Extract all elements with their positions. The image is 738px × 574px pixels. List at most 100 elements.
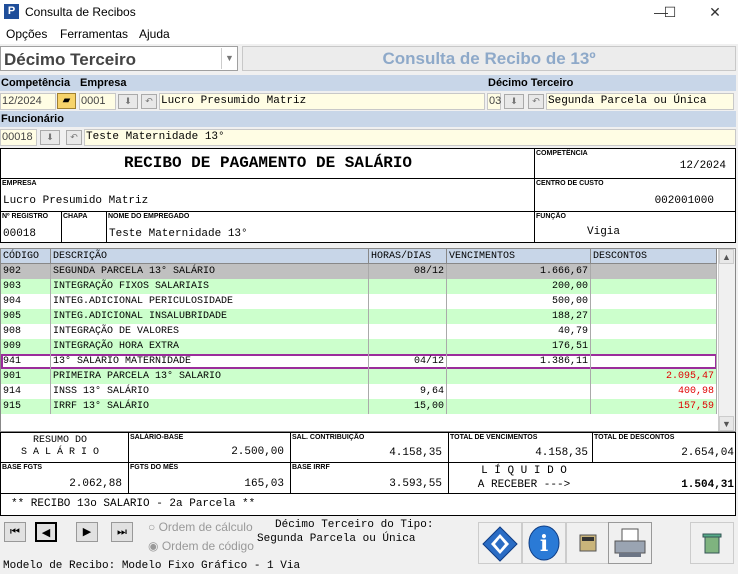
table-row[interactable]: 901 PRIMEIRA PARCELA 13° SALARIO 2.095,47 — [1, 369, 717, 384]
scroll-down-icon[interactable]: ▼ — [719, 416, 734, 431]
status-text: Modelo de Recibo: Modelo Fixo Gráfico - … — [3, 560, 301, 572]
cell-descontos — [591, 264, 717, 279]
empresa-label: Empresa — [79, 75, 487, 91]
empresa-code-field[interactable]: 0001 — [79, 93, 116, 110]
registro-cell: Nº REGISTRO 00018 — [1, 212, 62, 243]
liquido-line1: L Í Q U I D O — [481, 465, 567, 477]
cell-descontos — [591, 324, 717, 339]
menu-ajuda[interactable]: Ajuda — [139, 27, 170, 41]
base-fgts-caption: BASE FGTS — [2, 464, 43, 471]
decimo-code-field[interactable]: 03 — [487, 93, 501, 110]
col-header-vencimentos[interactable]: VENCIMENTOS — [447, 249, 591, 264]
next-record-button[interactable]: ▶ — [76, 522, 98, 542]
headline-text: Consulta de Recibo de 13º — [382, 49, 596, 68]
table-row[interactable]: 914 INSS 13° SALÁRIO 9,64 400,98 — [1, 384, 717, 399]
sal-contrib-value: 4.158,35 — [389, 447, 442, 459]
centro-custo-caption: CENTRO DE CUSTO — [536, 180, 604, 187]
funcionario-code-field[interactable]: 00018 — [0, 129, 37, 146]
funcao-caption: FUNÇÃO — [536, 213, 566, 220]
cell-descricao: SEGUNDA PARCELA 13° SALÁRIO — [51, 264, 369, 279]
centro-custo-value: 002001000 — [654, 195, 714, 207]
navigate-button[interactable] — [478, 522, 522, 564]
info-icon: i — [528, 525, 560, 561]
empresa-cell: EMPRESA Lucro Presumido Matriz — [1, 179, 535, 212]
table-row[interactable]: 941 13° SALARIO MATERNIDADE 04/12 1.386,11 — [1, 354, 717, 369]
col-header-horas[interactable]: HORAS/DIAS — [369, 249, 447, 264]
empresa-name-field[interactable]: Lucro Presumido Matriz — [159, 93, 485, 110]
col-header-descontos[interactable]: DESCONTOS — [591, 249, 717, 264]
decimo-name-field[interactable]: Segunda Parcela ou Única — [546, 93, 734, 110]
cell-descricao: INTEG.ADICIONAL INSALUBRIDADE — [51, 309, 369, 324]
tipo-line1: Décimo Terceiro do Tipo: — [275, 519, 434, 531]
close-button[interactable]: ✕ — [700, 3, 730, 21]
cell-codigo: 914 — [1, 384, 51, 399]
undo-icon[interactable]: ↶ — [66, 130, 82, 145]
page-headline: Consulta de Recibo de 13º — [242, 46, 736, 71]
salario-base-cell: SALÁRIO-BASE 2.500,00 — [129, 433, 291, 463]
cell-descricao: 13° SALARIO MATERNIDADE — [51, 354, 369, 369]
table-row[interactable]: 904 INTEG.ADICIONAL PERICULOSIDADE 500,00 — [1, 294, 717, 309]
nome-caption: NOME DO EMPREGADO — [108, 213, 190, 220]
salario-base-caption: SALÁRIO-BASE — [130, 434, 184, 441]
recibo-title-cell: RECIBO DE PAGAMENTO DE SALÁRIO — [1, 149, 535, 179]
maximize-button[interactable]: ☐ — [655, 3, 685, 21]
cell-codigo: 909 — [1, 339, 51, 354]
cell-horas: 04/12 — [369, 354, 447, 369]
items-grid: CÓDIGO DESCRIÇÃO HORAS/DIAS VENCIMENTOS … — [0, 248, 736, 432]
scroll-up-icon[interactable]: ▲ — [719, 249, 734, 264]
cell-horas: 9,64 — [369, 384, 447, 399]
menu-ferramentas[interactable]: Ferramentas — [60, 27, 128, 41]
info-button[interactable]: i — [522, 522, 566, 564]
competencia-field[interactable]: 12/2024 — [0, 93, 56, 110]
printer-icon — [614, 528, 646, 557]
cell-vencimentos: 188,27 — [447, 309, 591, 324]
table-row[interactable]: 915 IRRF 13° SALÁRIO 15,00 157,59 — [1, 399, 717, 414]
table-row[interactable]: 908 INTEGRAÇÃO DE VALORES 40,79 — [1, 324, 717, 339]
base-irrf-value: 3.593,55 — [389, 478, 442, 490]
menu-opcoes[interactable]: Opções — [6, 27, 47, 41]
sal-contrib-caption: SAL. CONTRIBUIÇÃO — [292, 434, 365, 441]
total-desc-value: 2.654,04 — [681, 447, 734, 459]
table-row[interactable]: 903 INTEGRAÇÃO FIXOS SALARIAIS 200,00 — [1, 279, 717, 294]
order-calculo-radio[interactable]: ○ Ordem de cálculo — [148, 520, 253, 534]
cell-codigo: 903 — [1, 279, 51, 294]
calculator-button[interactable] — [566, 522, 610, 564]
liquido-value: 1.504,31 — [681, 479, 734, 491]
order-codigo-radio[interactable]: ◉ Ordem de código — [148, 539, 254, 553]
order-calculo-label: Ordem de cálculo — [158, 520, 253, 534]
cell-horas — [369, 324, 447, 339]
col-header-codigo[interactable]: CÓDIGO — [1, 249, 51, 264]
download-icon[interactable]: ⬇ — [40, 130, 60, 145]
col-header-descricao[interactable]: DESCRIÇÃO — [51, 249, 369, 264]
first-record-button[interactable]: ⏮ — [4, 522, 26, 542]
nome-value: Teste Maternidade 13° — [109, 228, 248, 240]
trash-button[interactable] — [690, 522, 734, 564]
folder-icon[interactable]: ▰ — [57, 93, 76, 109]
table-row[interactable]: 905 INTEG.ADICIONAL INSALUBRIDADE 188,27 — [1, 309, 717, 324]
cell-horas: 08/12 — [369, 264, 447, 279]
cell-vencimentos: 176,51 — [447, 339, 591, 354]
undo-icon[interactable]: ↶ — [141, 94, 157, 109]
fgts-mes-cell: FGTS DO MÊS 165,03 — [129, 463, 291, 494]
funcionario-name-field[interactable]: Teste Maternidade 13° — [84, 129, 736, 146]
undo-icon[interactable]: ↶ — [528, 94, 544, 109]
last-record-button[interactable]: ⏭ — [111, 522, 133, 542]
table-row[interactable]: 902 SEGUNDA PARCELA 13° SALÁRIO 08/12 1.666… — [1, 264, 717, 279]
competencia-label: Competência — [0, 75, 79, 91]
table-row[interactable]: 909 INTEGRAÇÃO HORA EXTRA 176,51 — [1, 339, 717, 354]
print-button[interactable] — [608, 522, 652, 564]
cell-descricao: IRRF 13° SALÁRIO — [51, 399, 369, 414]
download-icon[interactable]: ⬇ — [118, 94, 138, 109]
receipt-type-select[interactable]: Décimo Terceiro ▼ — [0, 46, 238, 71]
previous-record-button[interactable]: ◀ — [35, 522, 57, 542]
radio-empty-icon: ○ — [148, 520, 159, 534]
cell-descricao: INTEGRAÇÃO HORA EXTRA — [51, 339, 369, 354]
chevron-down-icon[interactable]: ▼ — [221, 48, 237, 69]
download-icon[interactable]: ⬇ — [504, 94, 524, 109]
funcionario-label: Funcionário — [0, 111, 736, 127]
vertical-scrollbar[interactable]: ▲ ▼ — [718, 249, 735, 431]
cell-descontos — [591, 294, 717, 309]
cell-codigo: 905 — [1, 309, 51, 324]
cell-horas — [369, 309, 447, 324]
cell-descontos — [591, 309, 717, 324]
